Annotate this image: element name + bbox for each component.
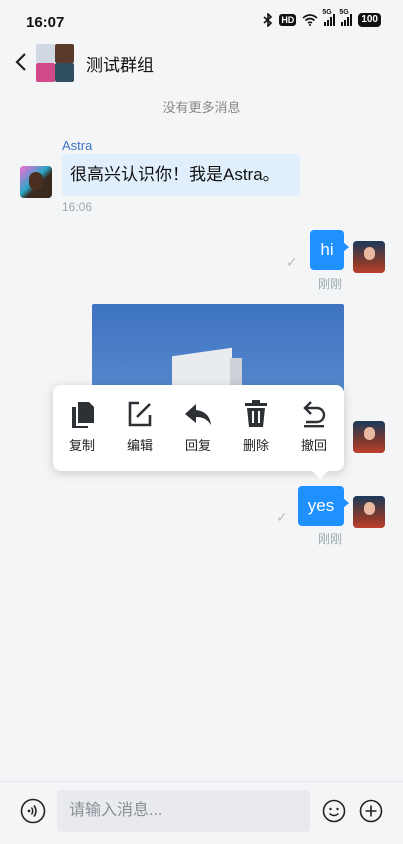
menu-item-reply[interactable]: 回复 <box>173 399 223 454</box>
outgoing-message-bubble[interactable]: hi <box>310 230 349 270</box>
battery-icon: 100 <box>358 13 381 27</box>
signal-5g-icon-2: 5G <box>339 9 353 26</box>
status-icons: HD 5G 5G 100 <box>263 9 381 27</box>
menu-label-delete: 删除 <box>242 438 269 453</box>
sender-name: Astra <box>62 138 93 153</box>
avatar-self[interactable] <box>353 241 385 273</box>
menu-item-edit[interactable]: 编辑 <box>115 399 165 454</box>
menu-label-recall: 撤回 <box>300 438 327 453</box>
sent-check-icon: ✓ <box>286 254 298 270</box>
group-title: 测试群组 <box>86 56 154 75</box>
copy-icon <box>72 402 94 428</box>
avatar-astra[interactable] <box>20 166 52 198</box>
menu-label-reply: 回复 <box>184 438 211 453</box>
input-bar <box>0 781 403 844</box>
emoji-icon[interactable] <box>322 799 346 823</box>
edit-icon <box>128 401 152 427</box>
menu-label-copy: 复制 <box>68 438 95 453</box>
outgoing-message-bubble-2[interactable]: yes <box>298 486 349 526</box>
plus-icon[interactable] <box>359 799 383 823</box>
message-input[interactable] <box>57 790 310 832</box>
message-status-2: 刚刚 <box>318 532 343 546</box>
delete-icon <box>245 400 267 427</box>
bluetooth-icon <box>263 13 273 27</box>
message-status: 刚刚 <box>318 277 343 291</box>
chat-header: 测试群组 <box>0 40 403 84</box>
no-more-messages: 没有更多消息 <box>162 100 241 115</box>
sent-check-icon-2: ✓ <box>276 509 288 525</box>
back-arrow-icon[interactable] <box>12 50 32 74</box>
avatar-self-3[interactable] <box>353 496 385 528</box>
voice-icon[interactable] <box>20 798 46 824</box>
menu-label-edit: 编辑 <box>126 438 153 453</box>
status-time: 16:07 <box>26 14 65 31</box>
group-avatar[interactable] <box>36 44 74 82</box>
menu-item-delete[interactable]: 删除 <box>231 399 281 454</box>
signal-5g-label: 5G <box>322 9 332 16</box>
status-bar: 16:07 HD 5G 5G 100 <box>0 0 403 40</box>
incoming-message-bubble[interactable]: 很高兴认识你！我是Astra。 <box>62 154 300 196</box>
wifi-icon <box>302 14 318 26</box>
hd-icon: HD <box>279 14 297 26</box>
context-menu: 复制 编辑 回复 删除 撤回 <box>53 385 344 479</box>
reply-icon <box>185 404 211 425</box>
undo-icon <box>303 401 326 428</box>
signal-5g-icon: 5G <box>322 9 336 26</box>
menu-item-copy[interactable]: 复制 <box>57 399 107 454</box>
avatar-self-2[interactable] <box>353 421 385 453</box>
menu-item-recall[interactable]: 撤回 <box>289 399 339 454</box>
message-time: 16:06 <box>62 200 93 214</box>
signal-5g-label-2: 5G <box>339 9 349 16</box>
